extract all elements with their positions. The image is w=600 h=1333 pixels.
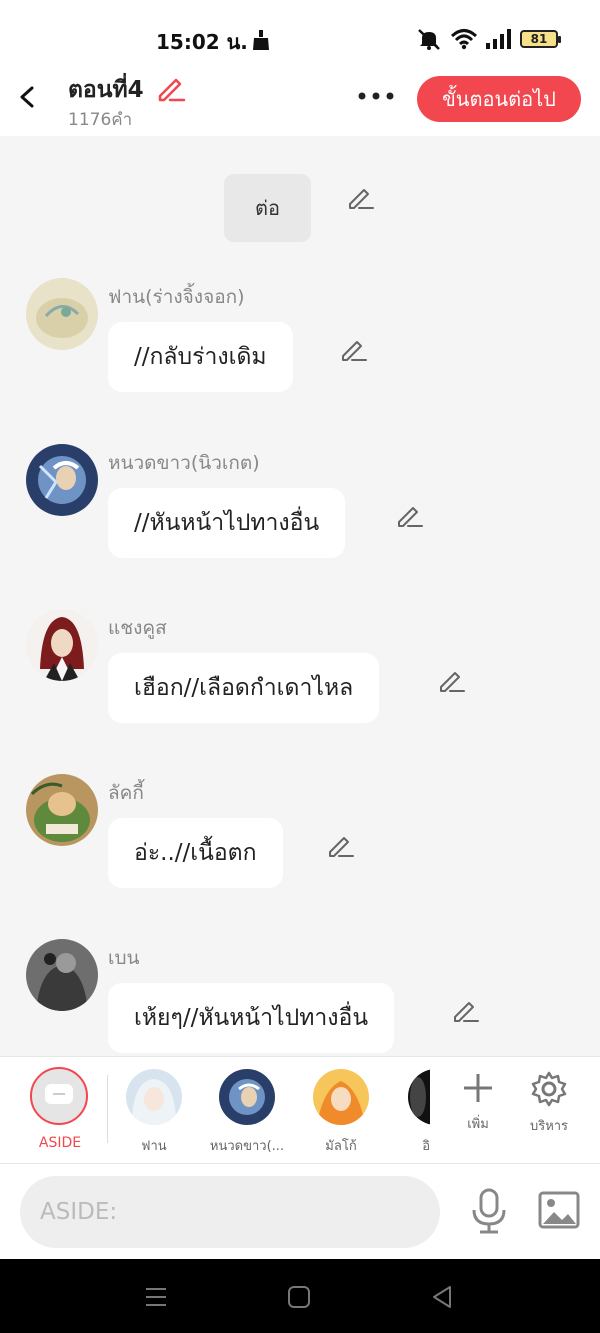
avatar: [219, 1069, 275, 1125]
edit-pencil-icon[interactable]: [340, 336, 368, 362]
character-tab[interactable]: ฟาน: [114, 1069, 194, 1159]
character-label: ฟาน: [141, 1139, 167, 1154]
system-message-row: ต่อ: [0, 174, 600, 244]
microphone-icon[interactable]: [470, 1188, 508, 1234]
add-character-button[interactable]: เพิ่ม: [448, 1071, 508, 1134]
image-icon[interactable]: [538, 1190, 580, 1230]
edit-pencil-icon[interactable]: [396, 502, 424, 528]
battery-icon: 81: [520, 30, 561, 48]
system-message-bubble[interactable]: ต่อ: [224, 174, 311, 242]
character-label: อิ: [422, 1139, 430, 1154]
broom-icon: [253, 30, 269, 50]
status-icons: 81: [416, 28, 561, 50]
avatar: [126, 1069, 182, 1125]
message-bubble[interactable]: //กลับร่างเดิม: [108, 322, 293, 392]
avatar: [408, 1069, 430, 1125]
chat-bubble-icon: [45, 1084, 73, 1104]
character-name: แชงคูส: [108, 617, 167, 639]
mute-bell-icon: [418, 29, 440, 50]
page-title: ตอนที่4: [68, 77, 144, 103]
character-label: หนวดขาว(...: [209, 1139, 285, 1154]
message-input[interactable]: [20, 1176, 440, 1248]
message-bubble[interactable]: อ่ะ..//เนื้อตก: [108, 818, 283, 888]
menu-icon[interactable]: [142, 1283, 170, 1311]
edit-pencil-icon[interactable]: [438, 667, 466, 693]
more-options-icon[interactable]: [356, 84, 396, 108]
aside-label: ASIDE: [38, 1135, 82, 1151]
chat-message: ลัคกี้ อ่ะ..//เนื้อตก: [0, 768, 600, 918]
message-bubble[interactable]: //หันหน้าไปทางอื่น: [108, 488, 346, 558]
add-label: เพิ่ม: [467, 1117, 489, 1132]
character-name: ลัคกี้: [108, 782, 144, 804]
wifi-icon: [450, 29, 478, 50]
chat-message: แชงคูส เฮือก//เลือดกำเดาไหล: [0, 603, 600, 753]
signal-icon: [486, 29, 511, 49]
status-time: 15:02 น.: [156, 30, 248, 54]
edit-pencil-icon[interactable]: [347, 184, 375, 210]
next-step-button[interactable]: ขั้นตอนต่อไป: [417, 76, 581, 122]
avatar[interactable]: [26, 444, 98, 516]
status-bar: 15:02 น. 81: [0, 0, 600, 70]
chat-message: เบน เห้ยๆ//หันหน้าไปทางอื่น: [0, 933, 600, 1056]
character-selector-bar: ASIDE ฟาน หนวดขาว(... มัลโก้ อิ เพิ่ม บร…: [0, 1056, 600, 1164]
input-bar: [0, 1164, 600, 1259]
back-icon[interactable]: [428, 1283, 456, 1311]
avatar[interactable]: [26, 609, 98, 681]
word-count: 1176คำ: [68, 110, 133, 130]
edit-pencil-icon[interactable]: [327, 832, 355, 858]
character-name: เบน: [108, 947, 140, 969]
system-nav-bar: [0, 1259, 600, 1333]
character-label: มัลโก้: [325, 1139, 357, 1154]
chat-message: หนวดขาว(นิวเกต) //หันหน้าไปทางอื่น: [0, 438, 600, 588]
edit-pencil-icon[interactable]: [452, 997, 480, 1023]
avatar: [313, 1069, 369, 1125]
chat-message: ฟาน(ร่างจิ้งจอก) //กลับร่างเดิม: [0, 272, 600, 422]
header: ตอนที่4 1176คำ ขั้นตอนต่อไป: [0, 70, 600, 136]
avatar[interactable]: [26, 278, 98, 350]
aside-avatar: [30, 1067, 88, 1125]
divider: [107, 1075, 108, 1143]
edit-title-pencil-icon[interactable]: [156, 74, 186, 102]
manage-button[interactable]: บริหาร: [519, 1071, 579, 1136]
character-tab[interactable]: อิ: [396, 1069, 430, 1159]
home-icon[interactable]: [285, 1283, 313, 1311]
avatar[interactable]: [26, 774, 98, 846]
message-bubble[interactable]: เฮือก//เลือดกำเดาไหล: [108, 653, 380, 723]
tab-aside[interactable]: ASIDE: [30, 1067, 90, 1157]
character-tab[interactable]: หนวดขาว(...: [207, 1069, 287, 1159]
back-arrow-icon[interactable]: [14, 82, 42, 112]
chat-area[interactable]: ต่อ ฟาน(ร่างจิ้งจอก) //กลับร่างเดิม หนวด…: [0, 136, 600, 1056]
character-name: ฟาน(ร่างจิ้งจอก): [108, 286, 245, 308]
gear-icon: [531, 1071, 567, 1107]
message-bubble[interactable]: เห้ยๆ//หันหน้าไปทางอื่น: [108, 983, 395, 1053]
avatar[interactable]: [26, 939, 98, 1011]
plus-icon: [464, 1074, 492, 1102]
character-name: หนวดขาว(นิวเกต): [108, 452, 260, 474]
character-tab[interactable]: มัลโก้: [301, 1069, 381, 1159]
battery-level: 81: [530, 32, 548, 46]
manage-label: บริหาร: [529, 1119, 569, 1134]
